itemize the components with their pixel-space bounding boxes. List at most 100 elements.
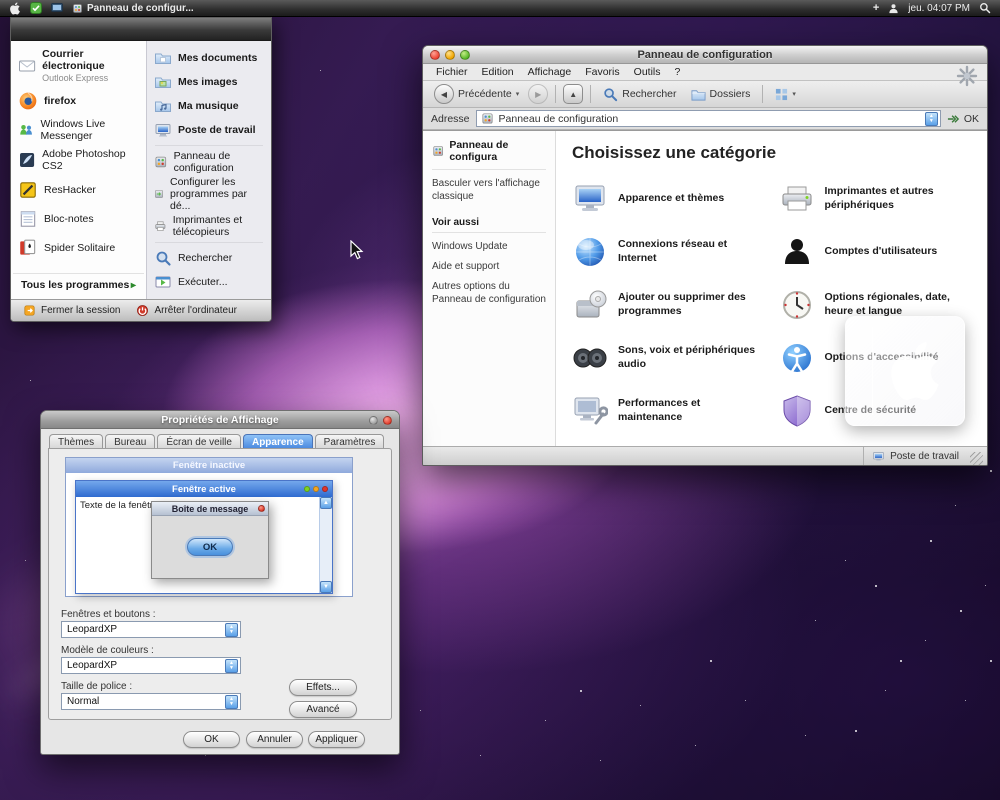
cancel-button[interactable]: Annuler [246, 731, 303, 748]
apple-menu-icon[interactable] [9, 2, 21, 15]
back-icon: ◀ [434, 84, 454, 104]
users-silhouette-icon [779, 234, 815, 270]
scroll-up-icon: ▲ [320, 497, 332, 509]
start-item-sublabel: Outlook Express [42, 73, 139, 83]
windows-buttons-select[interactable]: LeopardXP ▲▼ [61, 621, 241, 638]
preview-ok-button: OK [187, 538, 233, 556]
start-item-my-computer[interactable]: Poste de travail [149, 118, 269, 142]
advanced-button[interactable]: Avancé [289, 701, 357, 718]
zoom-button[interactable] [460, 50, 470, 60]
all-programs-label: Tous les programmes [21, 279, 129, 291]
category-performance-maintenance[interactable]: Performances et maintenance [572, 391, 765, 431]
photoshop-icon [18, 150, 36, 170]
address-combo[interactable]: Panneau de configuration ▲ ▼ [476, 110, 941, 127]
status-bar: Poste de travail [423, 446, 987, 465]
start-item-printers-faxes[interactable]: Imprimantes et télécopieurs [149, 213, 269, 240]
app-green-icon[interactable] [30, 2, 42, 14]
start-item-mail[interactable]: Courrier électronique Outlook Express [13, 45, 144, 86]
effects-button[interactable]: Effets... [289, 679, 357, 696]
spotlight-search-icon[interactable] [979, 2, 991, 14]
category-network-internet[interactable]: Connexions réseau et Internet [572, 232, 765, 272]
minimize-button[interactable] [445, 50, 455, 60]
category-user-accounts[interactable]: Comptes d'utilisateurs [779, 232, 972, 272]
forward-button[interactable]: ▶ [528, 84, 548, 104]
category-label: Sons, voix et périphériques audio [618, 344, 765, 371]
start-item-spider-solitaire[interactable]: Spider Solitaire [13, 233, 144, 262]
start-item-label: firefox [44, 95, 76, 107]
views-button[interactable]: ▾ [770, 86, 801, 103]
active-app-menu[interactable]: Panneau de configur... [72, 3, 194, 14]
start-item-messenger[interactable]: Windows Live Messenger [13, 115, 144, 145]
start-item-label: ResHacker [44, 184, 96, 196]
menu-affichage[interactable]: Affichage [521, 66, 579, 78]
start-item-run[interactable]: Exécuter... [149, 270, 269, 294]
arrow-right-icon: ▸ [131, 280, 136, 291]
control-panel-mini-icon [481, 112, 494, 125]
folder-documents-icon [154, 49, 172, 67]
start-item-my-music[interactable]: Ma musique [149, 94, 269, 118]
log-off-button[interactable]: Fermer la session [23, 304, 120, 317]
category-add-remove-programs[interactable]: Ajouter ou supprimer des programmes [572, 285, 765, 325]
preview-minimize-light [313, 486, 319, 492]
windows-update-link[interactable]: Windows Update [432, 240, 546, 253]
start-item-my-documents[interactable]: Mes documents [149, 46, 269, 70]
close-button[interactable] [430, 50, 440, 60]
network-globe-icon [572, 234, 608, 270]
app-monitor-icon[interactable] [51, 2, 63, 14]
add-menu-extra[interactable]: + [873, 2, 879, 14]
start-item-label: Configurer les programmes par dé... [170, 176, 264, 212]
menu-fichier[interactable]: Fichier [429, 66, 475, 78]
category-sounds-audio[interactable]: Sons, voix et périphériques audio [572, 338, 765, 378]
help-button[interactable] [369, 416, 378, 425]
go-button[interactable]: OK [947, 113, 979, 125]
run-icon [154, 273, 172, 291]
category-printers-hardware[interactable]: Imprimantes et autres périphériques [779, 179, 972, 219]
menu-bar-clock[interactable]: jeu. 04:07 PM [908, 3, 970, 14]
views-grid-icon [775, 88, 788, 101]
close-button[interactable] [383, 416, 392, 425]
user-icon[interactable] [888, 3, 899, 14]
all-programs-button[interactable]: Tous les programmes ▸ [13, 273, 144, 297]
start-item-set-program-defaults[interactable]: Configurer les programmes par dé... [149, 176, 269, 213]
reshacker-icon [18, 180, 38, 200]
preview-scrollbar: ▲ ▼ [319, 497, 332, 593]
apply-button[interactable]: Appliquer [308, 731, 365, 748]
dialog-title: Propriétés de Affichage [161, 414, 278, 426]
dialog-titlebar[interactable]: Propriétés de Affichage [41, 411, 399, 429]
menu-edition[interactable]: Edition [475, 66, 521, 78]
shut-down-button[interactable]: Arrêter l'ordinateur [136, 304, 237, 317]
menu-help[interactable]: ? [668, 66, 688, 78]
help-support-link[interactable]: Aide et support [432, 260, 546, 273]
start-item-photoshop[interactable]: Adobe Photoshop CS2 [13, 145, 144, 175]
font-size-select[interactable]: Normal ▲▼ [61, 693, 241, 710]
address-dropdown-stepper[interactable]: ▲ ▼ [925, 112, 938, 126]
menu-favoris[interactable]: Favoris [578, 66, 626, 78]
menu-outils[interactable]: Outils [627, 66, 668, 78]
up-button[interactable]: ▲ [563, 84, 583, 104]
start-item-control-panel[interactable]: Panneau de configuration [149, 149, 269, 176]
window-titlebar[interactable]: Panneau de configuration [423, 46, 987, 64]
combo-stepper[interactable]: ▲▼ [225, 695, 238, 709]
resize-grip[interactable] [970, 452, 983, 465]
other-options-link[interactable]: Autres options du Panneau de configurati… [432, 280, 546, 306]
color-scheme-select[interactable]: LeopardXP ▲▼ [61, 657, 241, 674]
folders-button[interactable]: Dossiers [686, 85, 756, 104]
preview-zoom-light [304, 486, 310, 492]
start-item-label: Imprimantes et télécopieurs [173, 214, 264, 238]
task-sidebar: Panneau de configura Basculer vers l'aff… [423, 131, 556, 446]
search-button[interactable]: Rechercher [598, 85, 681, 104]
start-item-search[interactable]: Rechercher [149, 246, 269, 270]
start-item-reshacker[interactable]: ResHacker [13, 175, 144, 204]
start-item-my-pictures[interactable]: Mes images [149, 70, 269, 94]
switch-classic-view-link[interactable]: Basculer vers l'affichage classique [432, 177, 546, 203]
start-item-label: Adobe Photoshop CS2 [42, 148, 139, 172]
ok-button[interactable]: OK [183, 731, 240, 748]
start-item-label: Bloc-notes [44, 213, 94, 225]
start-item-notepad[interactable]: Bloc-notes [13, 204, 144, 233]
combo-stepper[interactable]: ▲▼ [225, 659, 238, 673]
category-appearance-themes[interactable]: Apparence et thèmes [572, 179, 765, 219]
start-item-firefox[interactable]: firefox [13, 86, 144, 115]
combo-stepper[interactable]: ▲▼ [225, 623, 238, 637]
address-label: Adresse [431, 113, 470, 125]
back-button[interactable]: ◀ Précédente ▾ [429, 82, 524, 106]
